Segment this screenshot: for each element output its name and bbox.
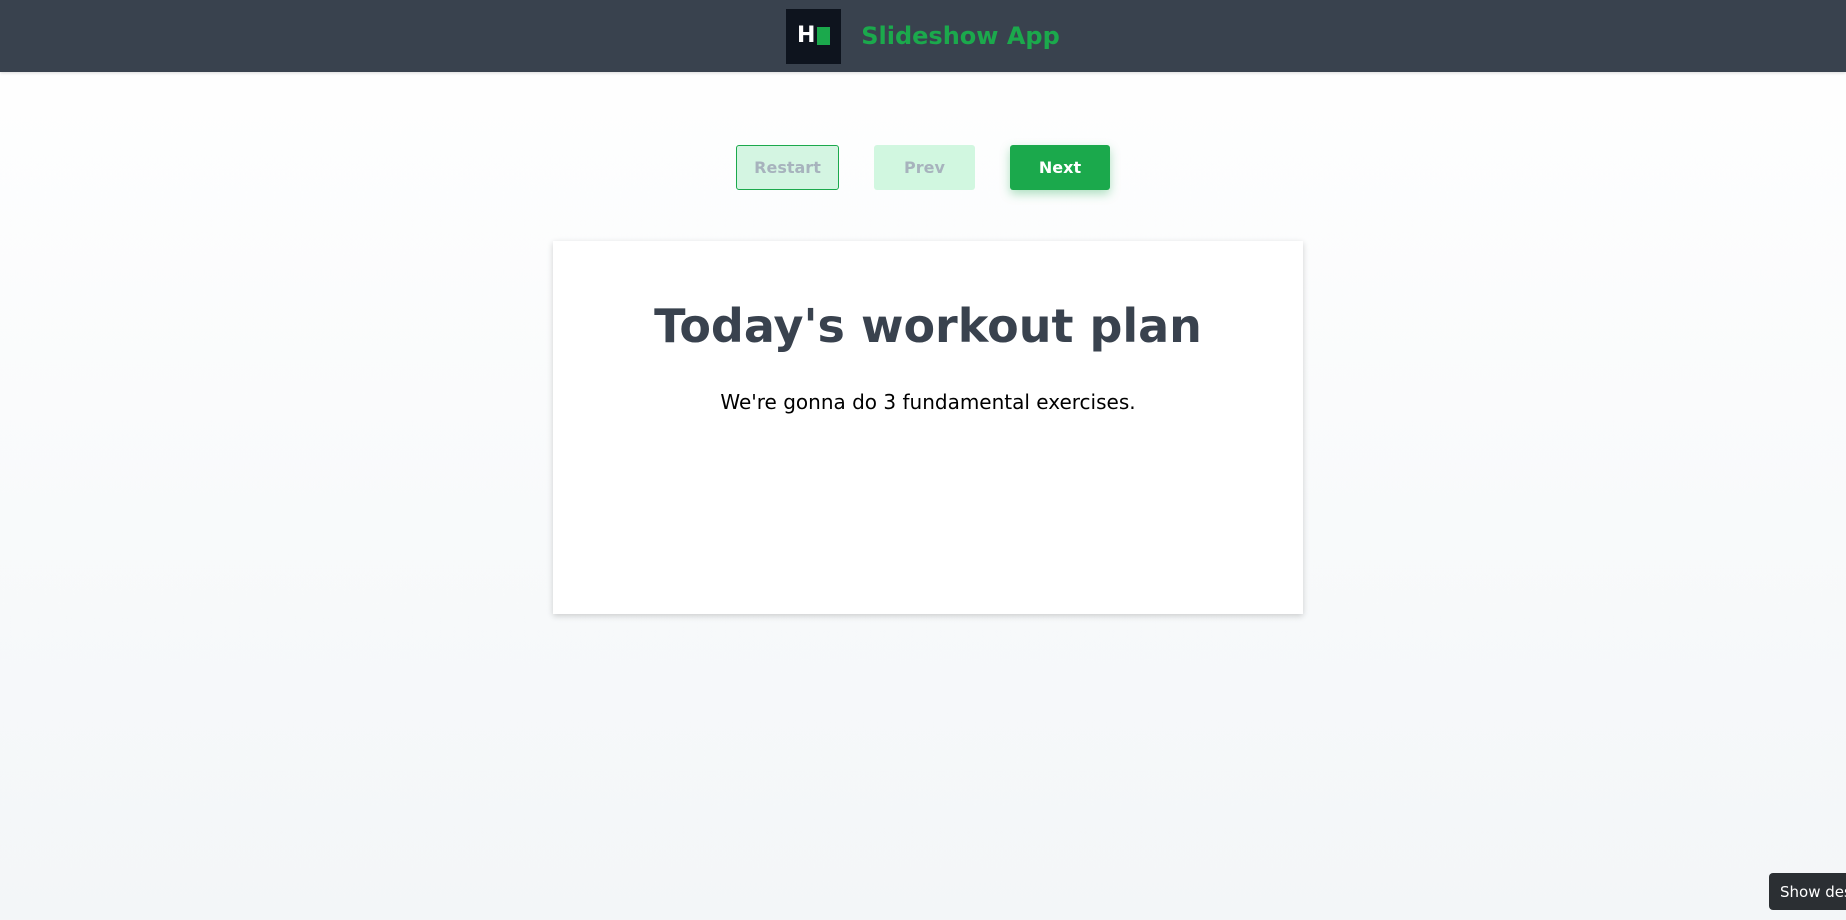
slide-text: We're gonna do 3 fundamental exercises. [720, 390, 1136, 415]
app-header: H Slideshow App [0, 0, 1846, 72]
header-brand: H Slideshow App [786, 8, 1060, 64]
next-button[interactable]: Next [1010, 145, 1110, 190]
restart-button[interactable]: Restart [736, 145, 839, 190]
app-title: Slideshow App [861, 22, 1060, 50]
show-desktop-button[interactable]: Show desi [1769, 873, 1846, 910]
logo-block [817, 27, 831, 45]
slide-controls: Restart Prev Next [0, 145, 1846, 190]
logo-icon: H [786, 8, 842, 64]
prev-button[interactable]: Prev [874, 145, 975, 190]
slide-card: Today's workout plan We're gonna do 3 fu… [553, 241, 1303, 614]
slide-title: Today's workout plan [654, 299, 1202, 353]
logo-letter: H [797, 23, 816, 48]
